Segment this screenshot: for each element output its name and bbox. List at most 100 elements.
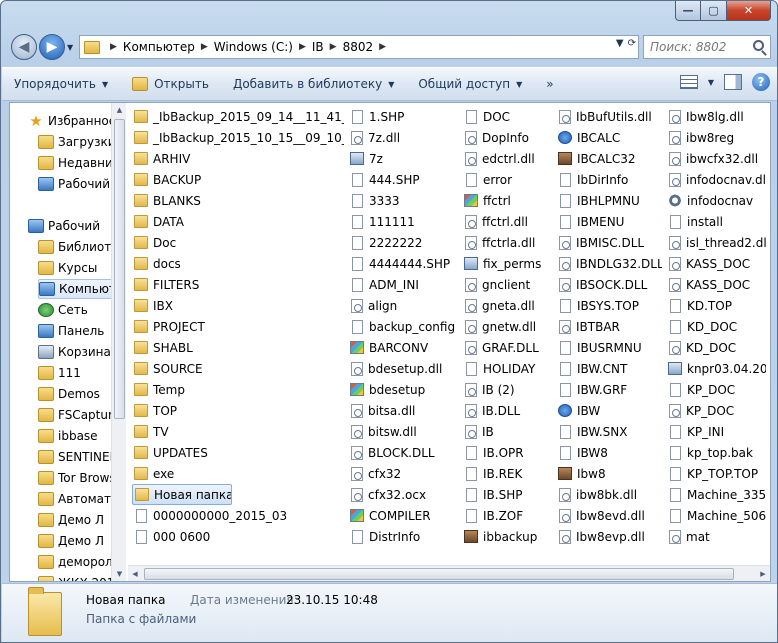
file-item[interactable]: infodocnav — [666, 190, 766, 211]
file-item[interactable]: IBCALC — [556, 127, 662, 148]
file-item[interactable]: IBSOCK.DLL — [556, 274, 662, 295]
scroll-up-arrow[interactable]: ▲ — [112, 103, 127, 117]
file-item[interactable]: ffctrl.dll — [462, 211, 552, 232]
breadcrumb-ib[interactable]: IB — [312, 40, 324, 54]
file-item[interactable]: bitsa.dll — [348, 400, 458, 421]
file-item[interactable]: 7z — [348, 148, 458, 169]
file-item[interactable]: 0000000000_2015_03 — [132, 505, 344, 526]
scroll-down-arrow[interactable]: ▼ — [112, 567, 127, 581]
file-item[interactable]: IBMENU — [556, 211, 662, 232]
more-commands-button[interactable]: » — [534, 68, 565, 100]
file-item[interactable]: install — [666, 211, 766, 232]
search-input[interactable]: Поиск: 8802 — [643, 35, 771, 59]
file-item[interactable]: IBW8 — [556, 442, 662, 463]
change-view-icon[interactable] — [679, 75, 698, 89]
sidebar-item[interactable]: деморолик — [38, 552, 118, 572]
file-item[interactable]: cfx32.ocx — [348, 484, 458, 505]
folder-item[interactable]: _IbBackup_2015_10_15__09_10_28 — [132, 127, 344, 148]
file-item[interactable]: Ibw8lg.dll — [666, 106, 766, 127]
file-item[interactable]: KP_DOC — [666, 400, 766, 421]
minimize-button[interactable]: — — [675, 1, 701, 21]
file-item[interactable]: backup_config — [348, 316, 458, 337]
file-item[interactable]: mat — [666, 526, 766, 547]
share-button[interactable]: Общий доступ ▼ — [406, 68, 534, 100]
file-item[interactable]: HOLIDAY — [462, 358, 552, 379]
file-item[interactable]: IBW.GRF — [556, 379, 662, 400]
search-icon[interactable] — [753, 40, 764, 51]
close-button[interactable]: ✕ — [727, 1, 771, 21]
address-bar[interactable]: ▶ Компьютер ▶ Windows (C:) ▶ IB ▶ 8802 ▶… — [79, 35, 639, 59]
file-item[interactable]: bdesetup — [348, 379, 458, 400]
file-item[interactable]: Machine_33504.2... — [666, 484, 766, 505]
folder-item[interactable]: BLANKS — [132, 190, 344, 211]
file-item[interactable]: IB (2) — [462, 379, 552, 400]
folder-item[interactable]: DATA — [132, 211, 344, 232]
file-item[interactable]: knpr03.04.2015 — [666, 358, 766, 379]
file-item[interactable]: KD_DOC — [666, 316, 766, 337]
file-item[interactable]: IBSYS.TOP — [556, 295, 662, 316]
sidebar-item[interactable]: 111 — [38, 363, 118, 383]
sidebar-item[interactable]: ★ Избранное — [28, 111, 118, 131]
recent-pages-dropdown[interactable]: ▼ — [67, 43, 73, 52]
file-item[interactable]: IBW — [556, 400, 662, 421]
scroll-right-arrow[interactable]: ▶ — [756, 566, 770, 582]
scroll-left-arrow[interactable]: ◀ — [128, 566, 142, 582]
folder-item[interactable]: docs — [132, 253, 344, 274]
file-item[interactable]: ffctrl — [462, 190, 552, 211]
sidebar-item[interactable]: Компьютер — [38, 279, 118, 299]
file-item[interactable]: IbDirInfo — [556, 169, 662, 190]
folder-item[interactable]: Temp — [132, 379, 344, 400]
file-item[interactable]: kp_top.bak — [666, 442, 766, 463]
file-item[interactable]: 111111 — [348, 211, 458, 232]
view-options-dropdown[interactable]: ▼ — [708, 78, 714, 87]
chevron-right-icon[interactable]: ▶ — [299, 42, 306, 52]
file-item[interactable]: error — [462, 169, 552, 190]
sidebar-item[interactable]: Корзина — [38, 342, 118, 362]
navigation-pane-scrollbar[interactable]: ▲ ▼ — [111, 103, 126, 581]
file-item[interactable]: ibbackup — [462, 526, 552, 547]
file-item[interactable]: IB — [462, 421, 552, 442]
file-item[interactable]: IbBufUtils.dll — [556, 106, 662, 127]
refresh-icon[interactable]: ⟳ — [628, 38, 636, 49]
file-item[interactable]: IBHLPMNU — [556, 190, 662, 211]
file-item[interactable]: IB.SHP — [462, 484, 552, 505]
breadcrumb-drive-c[interactable]: Windows (C:) — [214, 40, 293, 54]
folder-item[interactable]: FILTERS — [132, 274, 344, 295]
back-button[interactable]: ◀ — [11, 34, 37, 60]
sidebar-item[interactable]: Demos — [38, 384, 118, 404]
sidebar-item[interactable]: Панель — [38, 321, 118, 341]
file-item[interactable]: bdesetup.dll — [348, 358, 458, 379]
file-item[interactable]: KP_TOP.TOP — [666, 463, 766, 484]
sidebar-item[interactable]: Сеть — [38, 300, 118, 320]
open-button[interactable]: Открыть — [120, 68, 221, 100]
folder-item[interactable]: Doc — [132, 232, 344, 253]
sidebar-item[interactable]: ibbase — [38, 426, 118, 446]
file-item[interactable]: IBUSRMNU — [556, 337, 662, 358]
file-item[interactable]: IBCALC32 — [556, 148, 662, 169]
sidebar-item[interactable]: Курсы — [38, 258, 118, 278]
folder-item[interactable]: UPDATES — [132, 442, 344, 463]
sidebar-item[interactable]: Недавние — [38, 153, 118, 173]
sidebar-item[interactable]: Библиотеки — [38, 237, 118, 257]
file-item[interactable]: 4444444.SHP — [348, 253, 458, 274]
file-item[interactable]: isl_thread2.dll — [666, 232, 766, 253]
file-item[interactable]: IB.DLL — [462, 400, 552, 421]
file-item[interactable]: Ibw8evp.dll — [556, 526, 662, 547]
breadcrumb-8802[interactable]: 8802 — [343, 40, 374, 54]
maximize-button[interactable]: ▢ — [701, 1, 727, 21]
scrollbar-thumb[interactable] — [114, 119, 125, 419]
file-item[interactable]: infodocnav.dll — [666, 169, 766, 190]
file-item[interactable]: cfx32 — [348, 463, 458, 484]
sidebar-item[interactable]: ЖКХ 2015 — [38, 573, 118, 581]
folder-item[interactable]: IBX — [132, 295, 344, 316]
file-item[interactable]: DistrInfo — [348, 526, 458, 547]
file-item[interactable]: KASS_DOC — [666, 274, 766, 295]
file-item[interactable]: ibw8reg — [666, 127, 766, 148]
folder-item[interactable]: exe — [132, 463, 344, 484]
file-item[interactable]: IB.OPR — [462, 442, 552, 463]
file-list-horizontal-scrollbar[interactable]: ◀ ▶ — [128, 565, 770, 581]
file-item[interactable]: gnetw.dll — [462, 316, 552, 337]
file-item[interactable]: gneta.dll — [462, 295, 552, 316]
breadcrumb-computer[interactable]: Компьютер — [123, 40, 195, 54]
file-item[interactable]: ibwcfx32.dll — [666, 148, 766, 169]
